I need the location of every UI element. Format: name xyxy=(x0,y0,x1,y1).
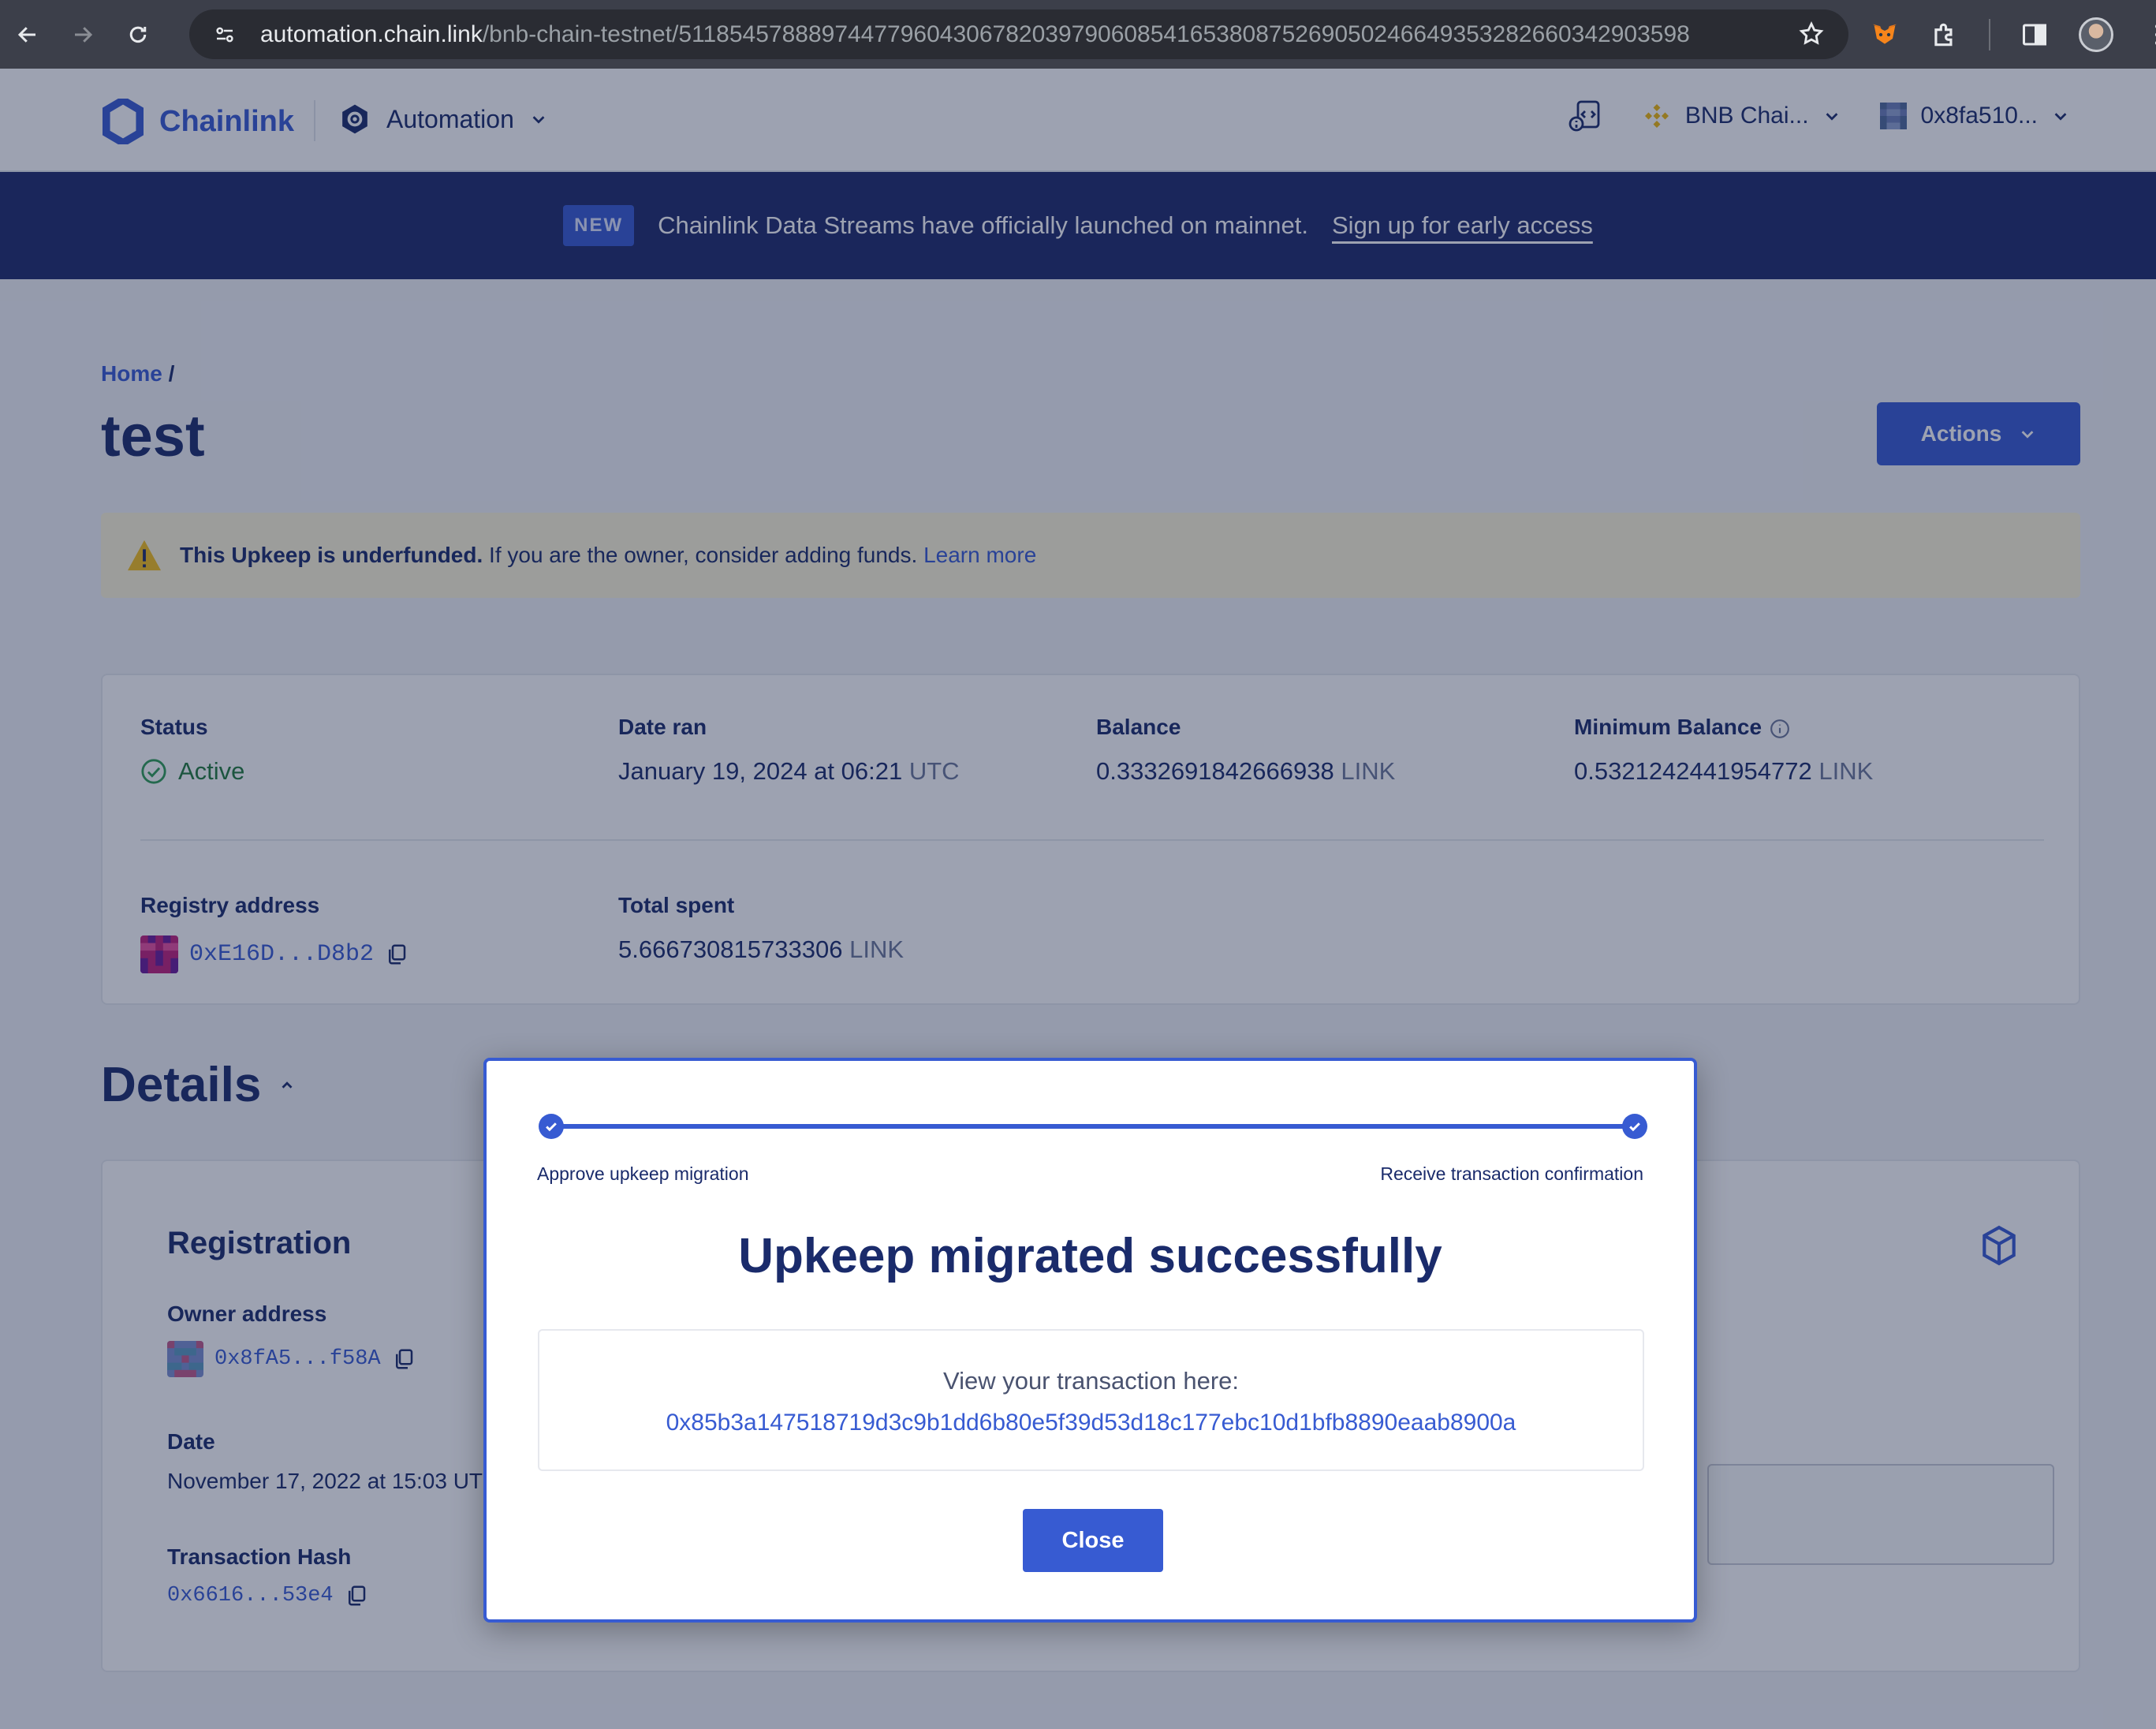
forward-arrow-icon[interactable] xyxy=(55,0,110,69)
url-text: automation.chain.link/bnb-chain-testnet/… xyxy=(260,21,1690,47)
side-panel-icon[interactable] xyxy=(2019,19,2050,50)
back-arrow-icon[interactable] xyxy=(0,0,55,69)
browser-toolbar: automation.chain.link/bnb-chain-testnet/… xyxy=(0,0,2156,69)
toolbar-separator xyxy=(1989,18,1990,50)
close-button[interactable]: Close xyxy=(1023,1509,1163,1572)
stepper-progress-line xyxy=(551,1124,1635,1129)
transaction-label: View your transaction here: xyxy=(942,1367,1240,1395)
step-complete-check-icon xyxy=(1622,1114,1647,1139)
transaction-hash-link[interactable]: 0x85b3a147518719d3c9b1dd6b80e5f39d53d18c… xyxy=(539,1410,1643,1436)
extensions-puzzle-icon[interactable] xyxy=(1929,19,1960,50)
step-confirmation-label: Receive transaction confirmation xyxy=(1380,1163,1643,1184)
address-bar[interactable]: automation.chain.link/bnb-chain-testnet/… xyxy=(189,9,1848,59)
step-complete-check-icon xyxy=(539,1114,564,1139)
transaction-box: View your transaction here: 0x85b3a14751… xyxy=(538,1329,1644,1471)
migration-success-modal: Approve upkeep migration Receive transac… xyxy=(483,1058,1697,1623)
modal-title: Upkeep migrated successfully xyxy=(738,1229,1442,1283)
site-settings-icon[interactable] xyxy=(213,23,237,47)
more-menu-icon[interactable] xyxy=(2142,19,2156,50)
reload-icon[interactable] xyxy=(110,0,166,69)
bookmark-star-icon[interactable] xyxy=(1798,21,1825,47)
profile-avatar[interactable] xyxy=(2079,17,2113,52)
metamask-extension-icon[interactable] xyxy=(1869,19,1900,50)
step-approve-label: Approve upkeep migration xyxy=(537,1163,749,1184)
